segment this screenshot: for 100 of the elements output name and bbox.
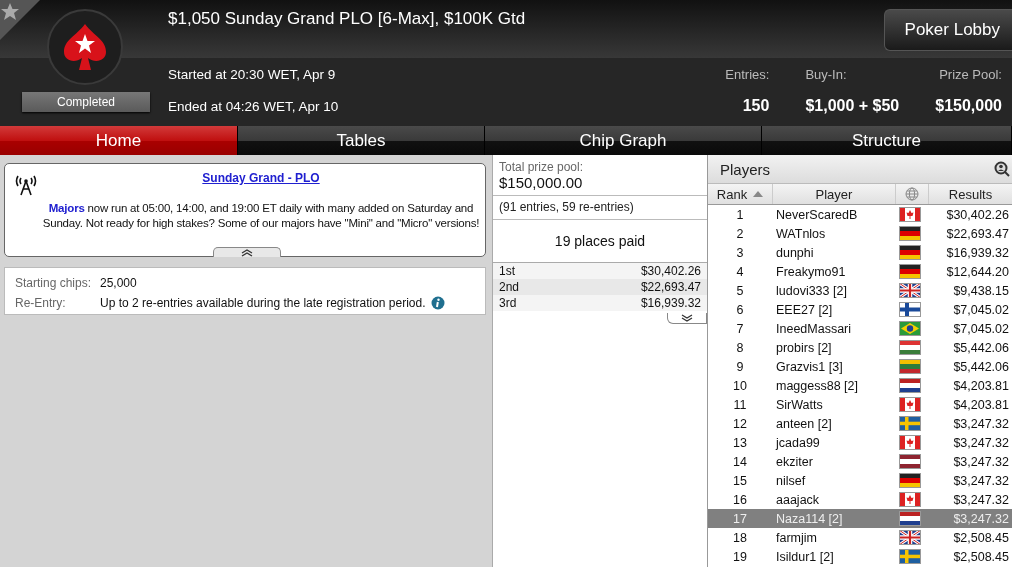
player-row[interactable]: 19 Isildur1 [2] $2,508.45 xyxy=(708,547,1012,566)
stat-value: $150,000 xyxy=(935,97,1002,115)
player-row[interactable]: 15 nilsef $3,247.32 xyxy=(708,471,1012,490)
rank-cell-text: 5 xyxy=(735,283,745,298)
player-name: probirs [2] xyxy=(775,340,833,355)
news-title-link[interactable]: Sunday Grand - PLO xyxy=(202,171,320,185)
flag-icon xyxy=(899,283,921,298)
flag-icon xyxy=(899,340,921,355)
flag-icon xyxy=(899,511,921,526)
stat-value: $1,000 + $50 xyxy=(805,97,900,115)
prize-amount: $16,939.32 xyxy=(640,295,701,311)
player-row[interactable]: 6 EEE27 [2] $7,045.02 xyxy=(708,300,1012,319)
rank-column-header[interactable]: Rank xyxy=(708,184,773,204)
result-amount: $2,508.45 xyxy=(952,549,1010,564)
player-name: aaajack xyxy=(775,492,821,507)
result-amount: $3,247.32 xyxy=(952,473,1010,488)
tab[interactable]: Tables xyxy=(238,126,485,155)
player-row[interactable]: 13 jcada99 $3,247.32 xyxy=(708,433,1012,452)
flag-icon xyxy=(899,378,921,393)
player-column-header[interactable]: Player xyxy=(773,184,896,204)
player-row[interactable]: 18 farmjim $2,508.45 xyxy=(708,528,1012,547)
rank-cell-text: 8 xyxy=(735,340,745,355)
tab[interactable]: Structure xyxy=(762,126,1012,155)
player-name: EEE27 [2] xyxy=(775,302,834,317)
player-row[interactable]: 10 maggess88 [2] $4,203.81 xyxy=(708,376,1012,395)
tab[interactable]: Chip Graph xyxy=(485,126,762,155)
rank-cell-text: 6 xyxy=(735,302,745,317)
result-amount: $2,508.45 xyxy=(952,530,1010,545)
players-title: Players xyxy=(720,160,771,178)
rank-cell-text: 15 xyxy=(732,473,748,488)
detail-label: Starting chips: xyxy=(15,276,93,290)
sort-arrow-icon xyxy=(753,191,764,197)
player-row[interactable]: 16 aaajack $3,247.32 xyxy=(708,490,1012,509)
stat-label: Entries: xyxy=(725,67,770,82)
player-row[interactable]: 2 WATnlos $22,693.47 xyxy=(708,224,1012,243)
tournament-title: $1,050 Sunday Grand PLO [6-Max], $100K Gtd xyxy=(168,9,526,29)
player-row[interactable]: 7 IneedMassari $7,045.02 xyxy=(708,319,1012,338)
news-text: Majors now run at 05:00, 14:00, and 19:00 ET daily with many added on Saturday and Sunday. Not ready for high stakes? Some of our majors have "Mini" and "Micro" versions! xyxy=(41,201,481,231)
detail-label: Re-Entry: xyxy=(15,296,67,310)
status-ribbon: Completed xyxy=(22,92,150,112)
collapse-tab[interactable] xyxy=(213,247,281,257)
poker-lobby-button[interactable]: Poker Lobby xyxy=(883,9,1012,51)
player-row[interactable]: 12 anteen [2] $3,247.32 xyxy=(708,414,1012,433)
flag-icon xyxy=(899,549,921,564)
player-row[interactable]: 9 Grazvis1 [3] $5,442.06 xyxy=(708,357,1012,376)
flag-icon xyxy=(899,302,921,317)
expand-tab[interactable] xyxy=(667,313,707,324)
player-name: Isildur1 [2] xyxy=(775,549,835,564)
stat-label: Buy-In: xyxy=(805,67,847,82)
stat-label: Prize Pool: xyxy=(939,67,1002,82)
favorite-star-icon[interactable] xyxy=(0,0,40,40)
player-row[interactable]: 11 SirWatts $4,203.81 xyxy=(708,395,1012,414)
player-name: ludovi333 [2] xyxy=(775,283,848,298)
flag-icon xyxy=(899,359,921,374)
search-icon[interactable] xyxy=(994,161,1010,177)
flag-icon xyxy=(899,454,921,469)
rank-cell-text: 10 xyxy=(732,378,748,393)
tab[interactable]: Home xyxy=(0,126,238,155)
player-row[interactable]: 8 probirs [2] $5,442.06 xyxy=(708,338,1012,357)
player-row[interactable]: 3 dunphi $16,939.32 xyxy=(708,243,1012,262)
detail-value: Up to 2 re-entries available during the late registration period. xyxy=(100,296,426,310)
rank-cell-text: 12 xyxy=(732,416,748,431)
result-amount: $3,247.32 xyxy=(952,511,1010,526)
result-amount: $12,644.20 xyxy=(945,264,1010,279)
player-row[interactable]: 4 Freakymo91 $12,644.20 xyxy=(708,262,1012,281)
prize-place: 3rd xyxy=(499,295,517,311)
detail-value: 25,000 xyxy=(100,276,137,290)
result-amount: $3,247.32 xyxy=(952,454,1010,469)
globe-icon[interactable] xyxy=(905,187,919,201)
result-amount: $4,203.81 xyxy=(952,397,1010,412)
info-icon[interactable] xyxy=(430,296,445,310)
prize-amount: $22,693.47 xyxy=(640,279,701,295)
flag-icon xyxy=(899,530,921,545)
player-name: maggess88 [2] xyxy=(775,378,859,393)
rank-cell-text: 4 xyxy=(735,264,745,279)
rank-cell-text: 18 xyxy=(732,530,748,545)
player-row[interactable]: 14 ekziter $3,247.32 xyxy=(708,452,1012,471)
player-name: Grazvis1 [3] xyxy=(775,359,844,374)
results-column-header[interactable]: Results xyxy=(929,184,1012,204)
player-name: NeverScaredB xyxy=(775,207,859,222)
player-name: WATnlos xyxy=(775,226,827,241)
player-row[interactable]: 1 NeverScaredB $30,402.26 xyxy=(708,205,1012,224)
chevron-up-icon xyxy=(241,248,253,257)
rank-cell-text: 16 xyxy=(732,492,748,507)
prize-pool-total: $150,000.00 xyxy=(499,174,584,191)
start-time: Started at 20:30 WET, Apr 9 xyxy=(168,67,337,82)
player-row[interactable]: 17 Naza114 [2] $3,247.32 xyxy=(708,509,1012,528)
rank-cell-text: 19 xyxy=(732,549,748,564)
flag-icon xyxy=(899,264,921,279)
player-row[interactable]: 5 ludovi333 [2] $9,438.15 xyxy=(708,281,1012,300)
result-amount: $16,939.32 xyxy=(945,245,1010,260)
result-amount: $4,203.81 xyxy=(952,378,1010,393)
rank-cell-text: 2 xyxy=(735,226,745,241)
player-name: Freakymo91 xyxy=(775,264,847,279)
flag-icon xyxy=(899,492,921,507)
flag-icon xyxy=(899,245,921,260)
player-name: farmjim xyxy=(775,530,818,545)
chevron-down-icon xyxy=(681,314,693,322)
player-name: dunphi xyxy=(775,245,815,260)
flag-icon xyxy=(899,226,921,241)
